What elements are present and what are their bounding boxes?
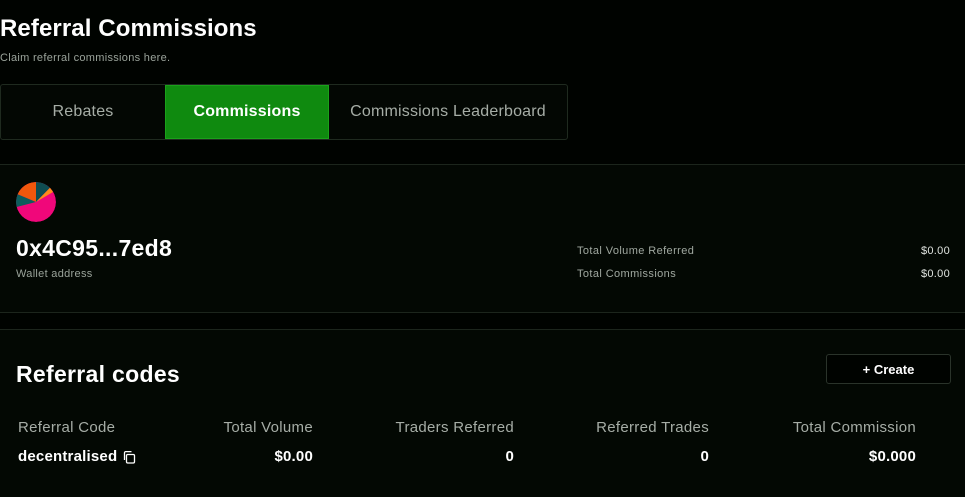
total-volume-cell: $0.00 [274,448,313,465]
create-button[interactable]: + Create [826,354,951,384]
column-header-total-commission: Total Commission [792,419,916,436]
wallet-address-label: Wallet address [16,268,93,280]
referral-code-value: decentralised [18,448,118,465]
tab-rebates[interactable]: Rebates [1,85,165,139]
page-title: Referral Commissions [0,15,257,42]
wallet-card: 0x4C95...7ed8 Wallet address Total Volum… [0,164,965,313]
total-volume-referred-value: $0.00 [920,245,950,257]
total-commissions-value: $0.00 [920,268,950,280]
column-header-referred-trades: Referred Trades [596,419,709,436]
referral-codes-card: Referral codes + Create Referral Code To… [0,329,965,497]
referred-trades-cell: 0 [700,448,709,465]
tab-commissions-leaderboard[interactable]: Commissions Leaderboard [329,85,567,139]
wallet-address: 0x4C95...7ed8 [16,235,173,261]
column-header-referral-code: Referral Code [18,419,116,436]
total-commission-cell: $0.000 [868,448,916,465]
page-subtitle: Claim referral commissions here. [0,52,171,64]
copy-icon[interactable] [122,450,136,464]
total-volume-referred-label: Total Volume Referred [577,245,695,257]
pie-avatar-icon [16,182,56,222]
column-header-traders-referred: Traders Referred [395,419,514,436]
tab-commissions[interactable]: Commissions [165,85,329,139]
tab-bar: Rebates Commissions Commissions Leaderbo… [0,84,568,140]
referral-codes-title: Referral codes [16,361,180,387]
column-header-total-volume: Total Volume [223,419,313,436]
total-commissions-label: Total Commissions [577,268,677,280]
referral-code-cell: decentralised [18,448,136,465]
page: Referral Commissions Claim referral comm… [0,0,965,497]
traders-referred-cell: 0 [505,448,514,465]
